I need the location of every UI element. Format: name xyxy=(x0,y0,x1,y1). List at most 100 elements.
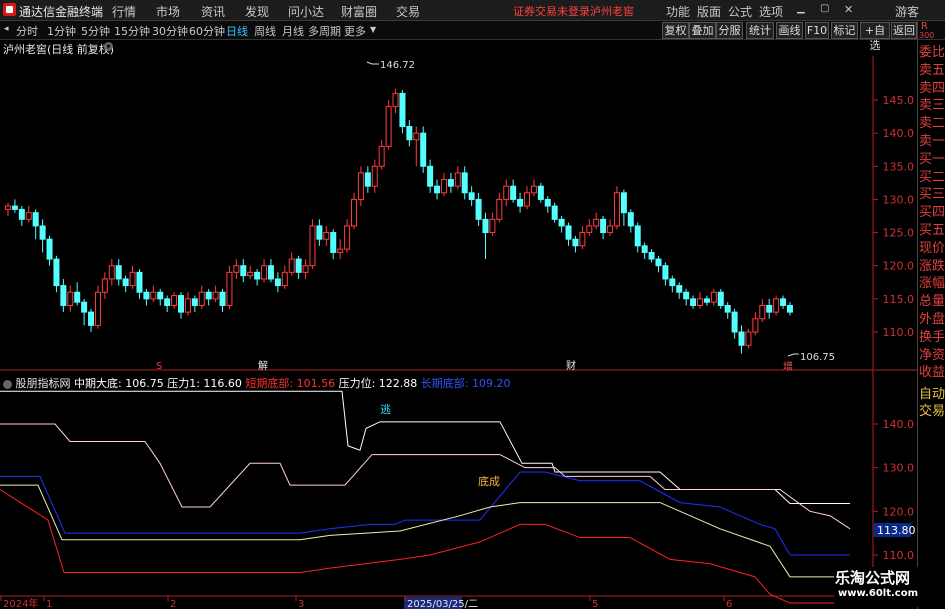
candle-body xyxy=(586,225,593,234)
candle xyxy=(191,295,198,313)
candle xyxy=(627,209,634,233)
candle-body xyxy=(323,232,330,240)
indicator-settings-icon[interactable] xyxy=(3,379,12,389)
candle-body xyxy=(101,278,108,293)
candle-body xyxy=(399,92,406,128)
candle-body xyxy=(191,298,198,306)
candle xyxy=(634,222,641,253)
candle xyxy=(25,206,32,223)
quote-label: 买三 xyxy=(919,187,945,203)
quote-label: 现价 xyxy=(919,240,945,256)
candle xyxy=(330,229,337,260)
candle xyxy=(676,282,683,299)
candle-body xyxy=(295,258,302,273)
candle xyxy=(136,269,143,299)
candle-body xyxy=(766,304,773,313)
candle-body xyxy=(18,208,25,220)
mark-zeng: 增 xyxy=(783,360,793,373)
candle-body xyxy=(247,271,254,277)
candle xyxy=(475,192,482,226)
candle-body xyxy=(697,298,703,306)
candle xyxy=(703,295,710,306)
quote-label: 卖一 xyxy=(919,134,945,149)
candle xyxy=(434,179,441,200)
indicator-value: 短期底部: 101.56 xyxy=(241,377,336,390)
candle xyxy=(530,179,537,197)
candle xyxy=(32,209,39,240)
candle-body xyxy=(683,291,690,300)
candle xyxy=(219,288,226,313)
price-tick-label: 145.0 xyxy=(883,94,915,107)
date-axis-label: 1 xyxy=(46,599,52,609)
auto-trade-label[interactable]: 自动 xyxy=(919,386,945,403)
candle-body xyxy=(690,298,697,306)
candle xyxy=(205,288,212,306)
price-tick-label: 110.0 xyxy=(883,326,915,339)
quote-label: 卖五 xyxy=(919,62,945,78)
quote-label: 净资 xyxy=(919,347,945,363)
candle-body xyxy=(724,304,731,313)
candle-body xyxy=(773,298,780,313)
quote-label: 买五 xyxy=(919,223,945,238)
candle-body xyxy=(537,185,544,200)
candle xyxy=(690,295,697,309)
candle xyxy=(752,312,759,336)
candle xyxy=(537,182,544,203)
candle xyxy=(171,292,178,309)
quote-label: 买二 xyxy=(919,169,945,185)
mid-bottom-line xyxy=(0,484,850,578)
candle-body xyxy=(551,205,558,220)
candle-body xyxy=(60,285,67,306)
candle-body xyxy=(32,212,39,227)
candle-body xyxy=(53,258,60,287)
candle-body xyxy=(510,185,517,200)
candle xyxy=(780,295,787,309)
candle-body xyxy=(745,331,752,346)
trade-label[interactable]: 交易 xyxy=(919,403,945,420)
candle-body xyxy=(447,179,454,187)
candle xyxy=(572,235,579,253)
candle-body xyxy=(385,106,392,147)
candle xyxy=(524,186,530,210)
candle xyxy=(129,265,136,289)
candle xyxy=(302,259,309,279)
candle-body xyxy=(648,251,655,260)
candle xyxy=(717,288,724,309)
candle xyxy=(39,219,46,253)
candle xyxy=(544,196,551,213)
candle xyxy=(226,265,233,309)
candle-body xyxy=(150,291,157,300)
ind-tick-label: 120.0 xyxy=(883,505,915,518)
candle xyxy=(648,249,655,263)
candle-body xyxy=(607,225,614,234)
candle-body xyxy=(198,291,205,306)
candle-body xyxy=(440,179,447,194)
kline-chart[interactable]: 145.0 140.0 135.0 130.0 125.0 120.0 115.0 110.0… xyxy=(0,0,917,609)
candle-body xyxy=(281,271,288,287)
candle-body xyxy=(613,192,620,227)
candle-body xyxy=(738,331,745,346)
candle xyxy=(240,259,247,283)
candle xyxy=(288,252,295,276)
candle xyxy=(489,212,496,236)
candle-body xyxy=(267,265,274,280)
candle xyxy=(461,166,468,200)
candle xyxy=(46,235,53,266)
candle-body xyxy=(489,218,496,234)
bottom-formed-label: 底成 xyxy=(478,474,500,488)
candle xyxy=(267,259,274,283)
candle-body xyxy=(759,304,766,320)
candle xyxy=(122,275,129,293)
candle-body xyxy=(46,238,53,260)
indicator-name[interactable]: 股朋指标网 xyxy=(16,377,71,390)
candle-body xyxy=(786,304,793,313)
candle xyxy=(683,288,690,306)
watermark-title: 乐淘公式网 xyxy=(835,569,911,587)
watermark-url: www.60lt.com xyxy=(838,588,919,599)
candle xyxy=(517,192,524,213)
candle-body xyxy=(122,278,129,287)
candle xyxy=(468,186,475,207)
candle-body xyxy=(503,185,510,200)
quote-label: 涨跌 xyxy=(919,258,945,274)
mark-cai: 财 xyxy=(566,359,576,372)
